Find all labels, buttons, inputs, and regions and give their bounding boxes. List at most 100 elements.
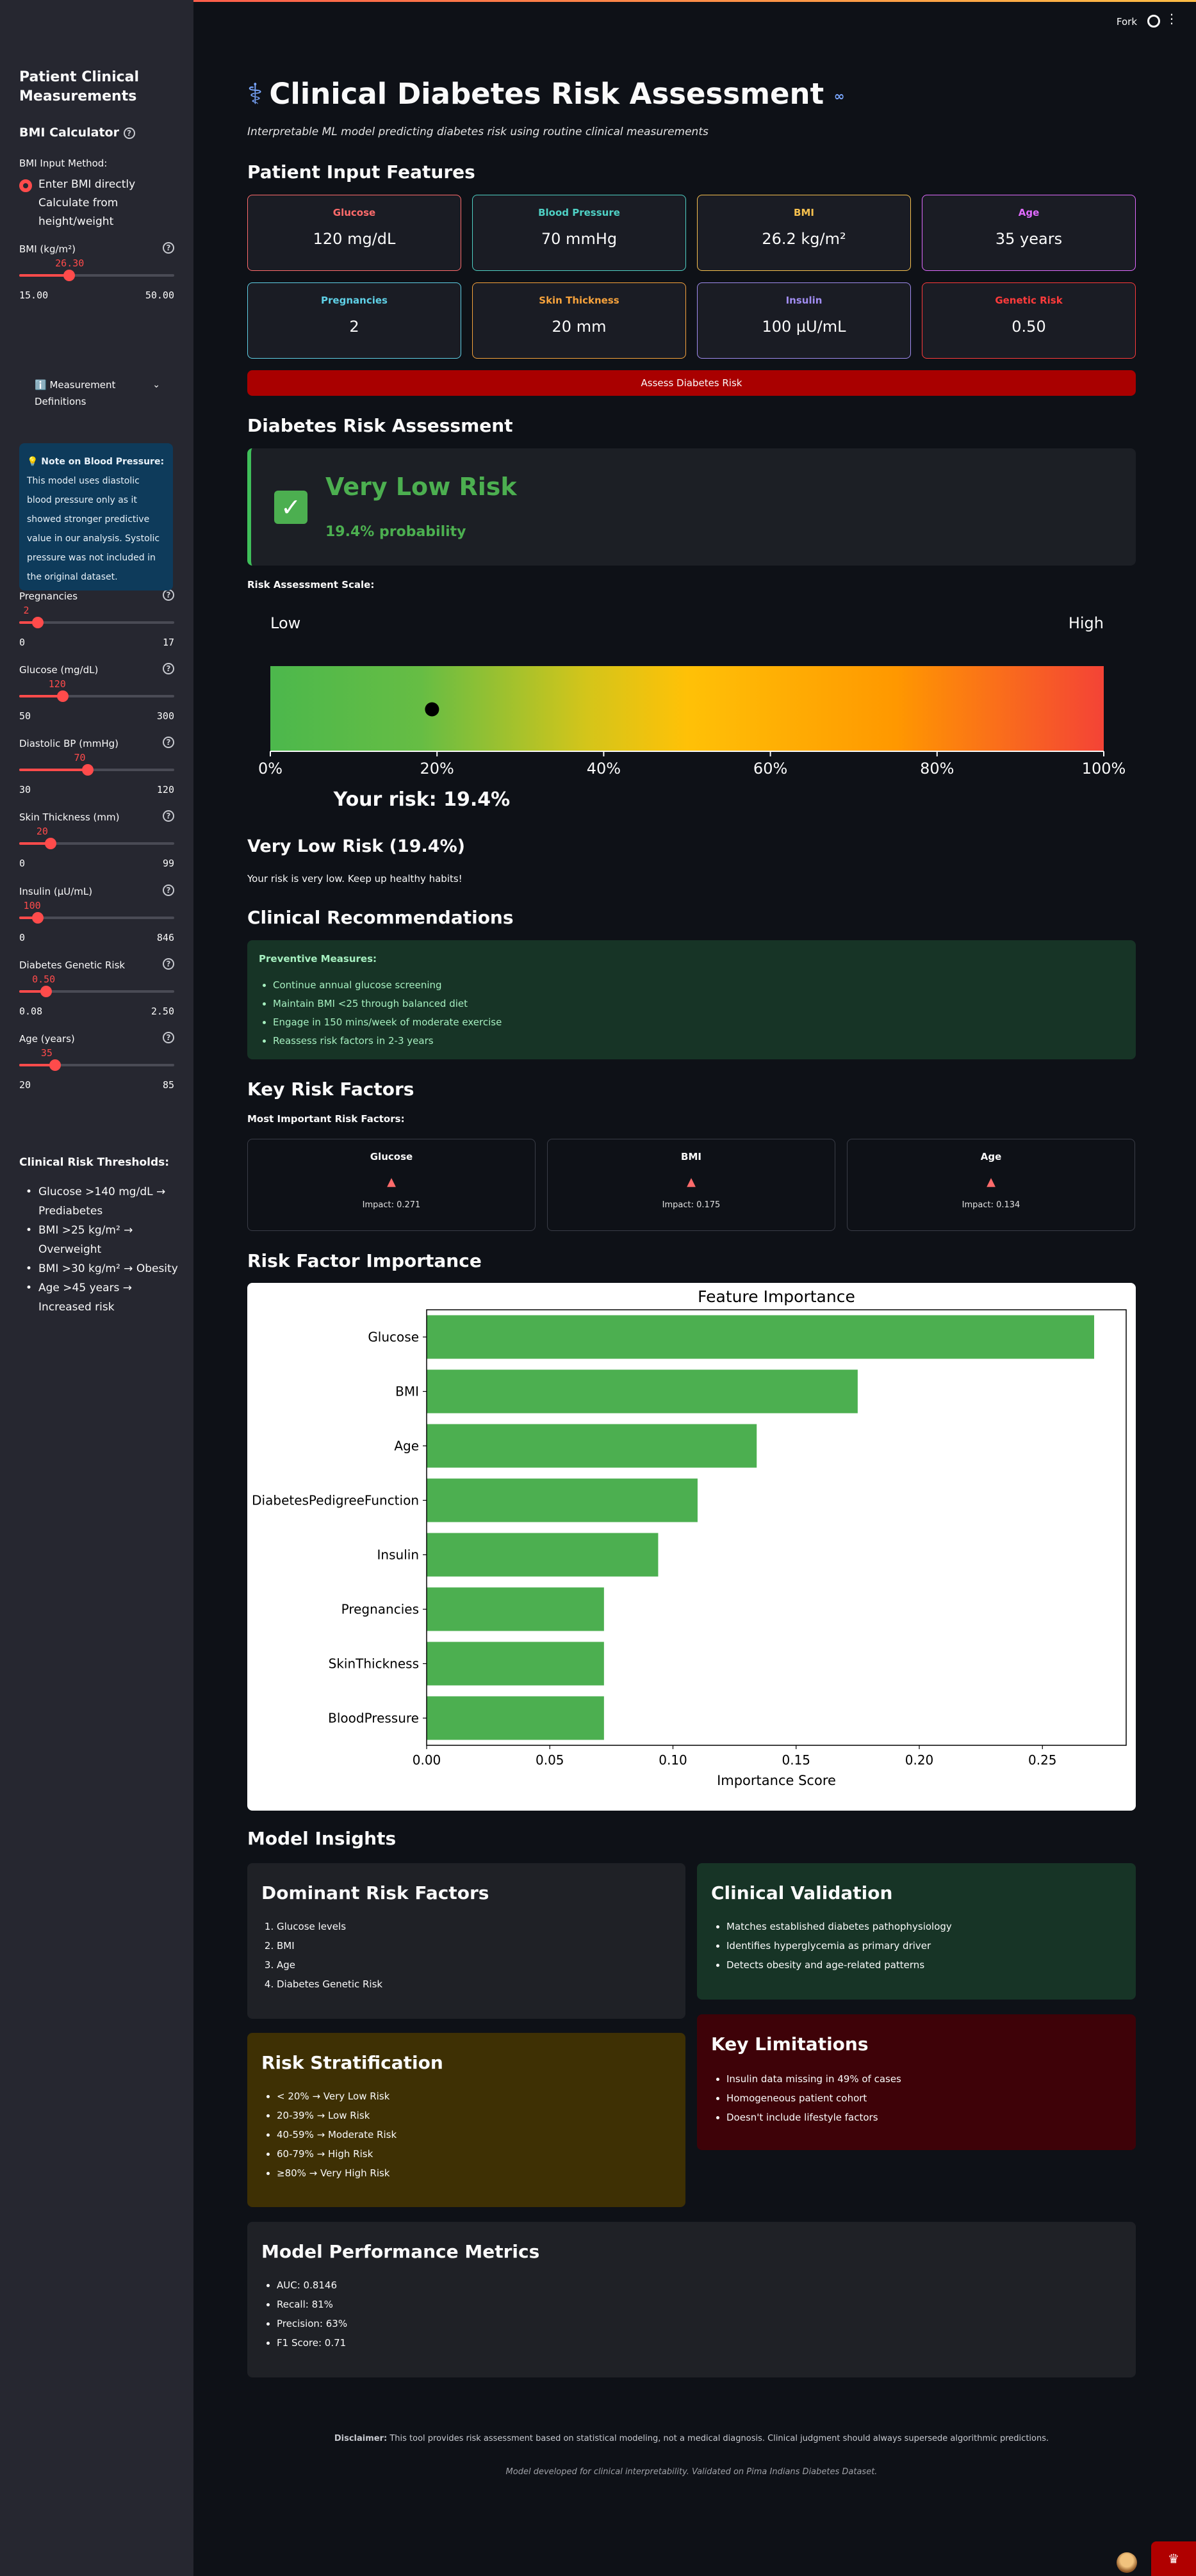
slider-value: 100: [23, 900, 41, 911]
performance-metrics-list: AUC: 0.8146 Recall: 81% Precision: 63% F…: [277, 2276, 347, 2352]
slider-track[interactable]: [19, 842, 174, 845]
slider-thumb[interactable]: [82, 764, 94, 776]
slider-track[interactable]: [19, 1064, 174, 1066]
factor-impact: Impact: 0.271: [362, 1200, 421, 1210]
slider[interactable]: Insulin (µU/mL)? 100 0 846: [19, 884, 174, 959]
radio-label-calculate[interactable]: Calculate from height/weight: [38, 194, 167, 231]
slider[interactable]: Diastolic BP (mmHg)? 70 30 120: [19, 737, 174, 811]
recommendation-item: Maintain BMI <25 through balanced diet: [273, 995, 502, 1013]
scale-low-label: Low: [270, 614, 300, 632]
disclaimer-text: This tool provides risk assessment based…: [387, 2434, 1049, 2443]
slider-track[interactable]: [19, 695, 174, 697]
dominant-factors-list: Glucose levels BMI Age Diabetes Genetic …: [277, 1917, 382, 1994]
chart-category-label: BloodPressure: [328, 1711, 419, 1726]
slider-track[interactable]: [19, 769, 174, 771]
scale-tick-label: 60%: [753, 760, 787, 778]
slider-thumb[interactable]: [44, 838, 56, 849]
measurement-definitions-expander[interactable]: ℹ️ Measurement Definitions ⌄: [19, 371, 174, 416]
dominant-factors-card: Dominant Risk Factors Glucose levels BMI…: [247, 1863, 685, 2019]
slider[interactable]: Age (years)? 35 20 85: [19, 1032, 174, 1107]
factor-impact: Impact: 0.175: [662, 1200, 721, 1210]
chart-title: Feature Importance: [698, 1287, 855, 1306]
radio-label-enter-bmi[interactable]: Enter BMI directly: [38, 175, 135, 194]
feature-card: BMI 26.2 kg/m²: [697, 195, 911, 271]
help-icon[interactable]: ?: [123, 127, 135, 139]
slider-label: Insulin (µU/mL): [19, 886, 93, 897]
slider-thumb[interactable]: [31, 617, 44, 628]
slider-thumb[interactable]: [49, 1059, 61, 1071]
clinical-validation-list: Matches established diabetes pathophysio…: [726, 1917, 952, 1975]
expander-label[interactable]: ℹ️ Measurement Definitions: [35, 377, 143, 410]
chart-category-label: SkinThickness: [329, 1656, 419, 1672]
key-limitations-list: Insulin data missing in 49% of cases Hom…: [726, 2069, 901, 2127]
validation-item: Matches established diabetes pathophysio…: [726, 1917, 952, 1936]
help-icon[interactable]: ?: [163, 884, 174, 896]
slider-thumb[interactable]: [31, 912, 44, 924]
slider-label: Glucose (mg/dL): [19, 664, 99, 676]
help-icon[interactable]: ?: [163, 242, 174, 254]
scale-tick-label: 100%: [1082, 760, 1126, 778]
page-title-text: Clinical Diabetes Risk Assessment: [269, 77, 824, 111]
risk-heading: Diabetes Risk Assessment: [247, 415, 513, 436]
sidebar: Patient Clinical Measurements BMI Calcul…: [0, 0, 193, 2576]
help-icon[interactable]: ?: [163, 589, 174, 601]
crown-icon[interactable]: ♛: [1151, 2541, 1196, 2576]
help-icon[interactable]: ?: [163, 1032, 174, 1043]
feature-card: Age 35 years: [922, 195, 1136, 271]
chart-bar: [427, 1533, 659, 1577]
feature-value: 2: [349, 318, 359, 336]
chart-bar: [427, 1478, 698, 1522]
risk-stratification-title: Risk Stratification: [261, 2052, 443, 2073]
feature-value: 70 mmHg: [541, 230, 618, 248]
slider[interactable]: Glucose (mg/dL)? 120 50 300: [19, 663, 174, 738]
slider-max: 120: [156, 784, 174, 795]
threshold-item: Glucose >140 mg/dL → Prediabetes: [19, 1182, 179, 1221]
feature-label: Age: [1018, 207, 1040, 218]
slider[interactable]: BMI (kg/m²)? 26.30 15.00 50.00: [19, 242, 174, 317]
chevron-down-icon[interactable]: ⌄: [152, 377, 160, 393]
feature-label: Glucose: [332, 207, 376, 218]
github-icon[interactable]: [1147, 15, 1160, 28]
help-icon[interactable]: ?: [163, 663, 174, 674]
radio-enter-bmi[interactable]: [19, 179, 32, 192]
factor-name: Age: [980, 1151, 1002, 1162]
more-menu-icon[interactable]: ⋮: [1165, 12, 1178, 25]
risk-stratification-card: Risk Stratification < 20% → Very Low Ris…: [247, 2033, 685, 2207]
recommendations-box: Preventive Measures: Continue annual glu…: [247, 940, 1136, 1059]
fork-button[interactable]: Fork: [1117, 16, 1137, 28]
slider-value: 2: [23, 605, 29, 616]
slider-thumb[interactable]: [63, 270, 76, 281]
up-arrow-icon: ▲: [987, 1175, 995, 1189]
slider-thumb[interactable]: [56, 690, 69, 702]
chart-bar: [427, 1424, 757, 1468]
avatar[interactable]: [1117, 2552, 1137, 2573]
feature-card: Pregnancies 2: [247, 282, 461, 359]
slider[interactable]: Pregnancies? 2 0 17: [19, 589, 174, 664]
strat-item: ≥80% → Very High Risk: [277, 2164, 397, 2183]
recommendation-item: Reassess risk factors in 2-3 years: [273, 1032, 502, 1050]
slider[interactable]: Skin Thickness (mm)? 20 0 99: [19, 810, 174, 885]
help-icon[interactable]: ?: [163, 810, 174, 822]
scale-label: Risk Assessment Scale:: [247, 579, 375, 591]
recommendations-heading: Clinical Recommendations: [247, 907, 514, 928]
chart-xtick-label: 0.20: [905, 1752, 934, 1768]
slider-min: 0: [19, 637, 26, 648]
help-icon[interactable]: ?: [163, 958, 174, 970]
limitation-item: Homogeneous patient cohort: [726, 2089, 901, 2108]
slider-min: 15.00: [19, 289, 49, 301]
recommendations-title: Preventive Measures:: [259, 953, 377, 965]
slider-thumb[interactable]: [40, 986, 53, 997]
help-icon[interactable]: ?: [163, 737, 174, 748]
slider-track[interactable]: [19, 274, 174, 277]
assess-button[interactable]: Assess Diabetes Risk: [247, 370, 1136, 396]
feature-value: 0.50: [1012, 318, 1046, 336]
limitation-item: Insulin data missing in 49% of cases: [726, 2069, 901, 2089]
check-icon: ✓: [274, 491, 307, 524]
slider-value: 0.50: [32, 974, 56, 985]
slider-label: Diastolic BP (mmHg): [19, 738, 119, 749]
slider[interactable]: Diabetes Genetic Risk? 0.50 0.08 2.50: [19, 958, 174, 1033]
slider-max: 300: [156, 710, 174, 722]
link-icon[interactable]: ∞: [834, 88, 845, 104]
slider-label: BMI (kg/m²): [19, 243, 76, 255]
chart-bar: [427, 1696, 604, 1740]
